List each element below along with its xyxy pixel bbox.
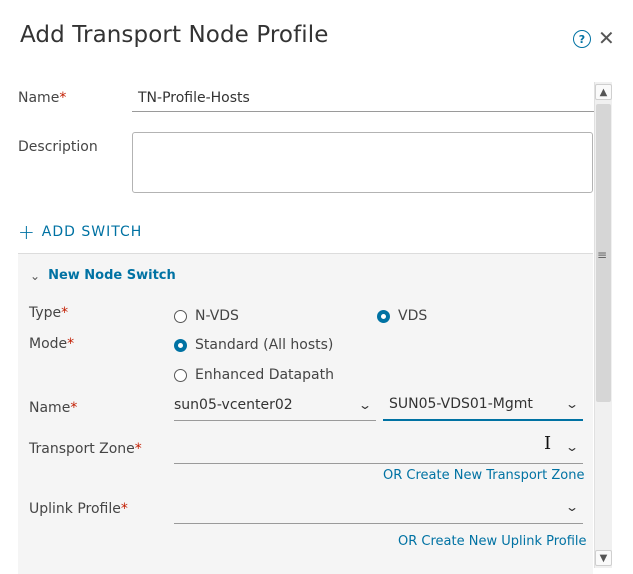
radio-unchecked-icon (174, 309, 187, 323)
uplink-profile-label: Uplink Profile* (29, 501, 128, 517)
scroll-down-icon[interactable]: ▼ (595, 550, 612, 566)
close-icon[interactable]: ✕ (598, 26, 615, 50)
vcenter-select[interactable]: sun05-vcenter02 ⌄ (174, 389, 376, 421)
name-input[interactable]: TN-Profile-Hosts (132, 88, 594, 112)
chevron-down-icon: ⌄ (564, 439, 580, 454)
chevron-down-icon: ⌄ (564, 499, 580, 514)
radio-checked-icon (377, 309, 390, 323)
scroll-up-icon[interactable]: ▲ (595, 84, 612, 100)
radio-checked-icon (174, 338, 187, 352)
vcenter-select-value: sun05-vcenter02 (174, 396, 293, 413)
chevron-down-icon: ⌄ (564, 397, 580, 411)
scrollbar[interactable]: ▲ ▼ (594, 82, 612, 568)
mode-option-enhanced-label: Enhanced Datapath (195, 367, 334, 383)
radio-unchecked-icon (174, 368, 187, 382)
node-switch-panel: ⌄ New Node Switch Type* N-VDS VDS Mode* … (18, 253, 593, 574)
vds-select-value: SUN05-VDS01-Mgmt (389, 396, 533, 412)
scroll-grip-icon: ≡ (597, 248, 608, 262)
chevron-down-icon: ⌄ (357, 397, 373, 412)
uplink-profile-select[interactable]: ⌄ (174, 490, 583, 524)
type-radio-vds[interactable]: VDS (377, 308, 427, 324)
create-transport-zone-link[interactable]: OR Create New Transport Zone (383, 468, 584, 483)
description-label: Description (18, 139, 98, 155)
plus-icon: + (18, 220, 36, 244)
create-uplink-profile-link[interactable]: OR Create New Uplink Profile (398, 534, 587, 549)
type-radio-nvds[interactable]: N-VDS (174, 308, 239, 324)
dialog-title: Add Transport Node Profile (20, 22, 329, 48)
add-switch-label: ADD SWITCH (41, 224, 143, 240)
node-switch-title: New Node Switch (48, 268, 176, 283)
name-label: Name* (18, 90, 67, 106)
form-scroll-area: Name* TN-Profile-Hosts Description + ADD… (0, 82, 612, 574)
type-option-nvds-label: N-VDS (195, 308, 239, 324)
text-cursor-icon: I (544, 433, 552, 454)
transport-zone-select[interactable]: ⌄ (174, 430, 583, 464)
vds-select[interactable]: SUN05-VDS01-Mgmt ⌄ (383, 389, 583, 421)
transport-zone-label: Transport Zone* (29, 441, 142, 457)
mode-radio-standard[interactable]: Standard (All hosts) (174, 337, 333, 353)
description-textarea[interactable] (132, 132, 593, 193)
help-icon[interactable]: ? (573, 30, 591, 48)
type-label: Type* (29, 305, 69, 321)
add-switch-button[interactable]: + ADD SWITCH (18, 220, 143, 244)
collapse-chevron-icon: ⌄ (30, 268, 41, 283)
type-option-vds-label: VDS (398, 308, 428, 324)
mode-radio-enhanced[interactable]: Enhanced Datapath (174, 367, 334, 383)
mode-label: Mode* (29, 336, 75, 352)
node-switch-header[interactable]: ⌄ New Node Switch (30, 268, 176, 283)
switch-name-label: Name* (29, 400, 78, 416)
mode-option-standard-label: Standard (All hosts) (195, 337, 334, 353)
